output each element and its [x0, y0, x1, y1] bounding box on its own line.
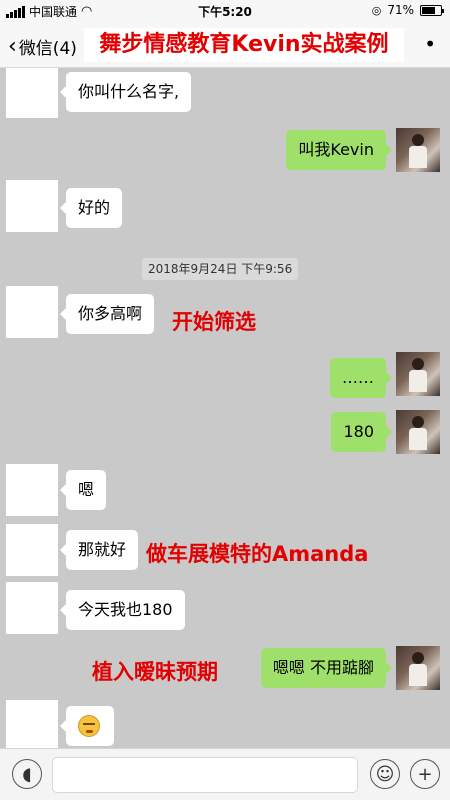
battery-percent: 71%	[387, 3, 414, 17]
back-button[interactable]: ‹ 微信(4)	[8, 34, 77, 59]
annotation-screening: 开始筛选	[172, 310, 256, 334]
my-avatar[interactable]	[396, 352, 440, 396]
nav-bar: ‹ 微信(4) 舞步情感教育Kevin实战案例 •	[0, 22, 450, 68]
battery-fill	[422, 6, 435, 14]
contact-avatar[interactable]	[6, 582, 58, 634]
message-bubble-incoming[interactable]: 那就好	[59, 530, 139, 570]
timestamp: 2018年9月24日 下午9:56	[142, 258, 299, 280]
my-avatar[interactable]	[396, 410, 440, 454]
chat-area[interactable]: 你叫什么名字, 叫我Kevin 好的 2018年9月24日 下午9:56 你多高…	[0, 68, 450, 748]
grimace-emoji-icon	[78, 715, 100, 737]
message-bubble-outgoing[interactable]: 嗯嗯 不用踮腳	[260, 648, 393, 688]
contact-avatar[interactable]	[6, 286, 58, 338]
more-icon[interactable]: •	[424, 32, 436, 56]
input-bar: ◖ ☺ +	[0, 748, 450, 800]
contact-avatar[interactable]	[6, 180, 58, 232]
chevron-left-icon: ‹	[8, 33, 17, 59]
message-bubble-incoming[interactable]: 好的	[59, 188, 123, 228]
status-bar: 中国联通 ◠ 下午5:20 ◎ 71%	[0, 0, 450, 22]
contact-avatar[interactable]	[6, 524, 58, 576]
contact-avatar[interactable]	[6, 68, 58, 118]
message-bubble-outgoing[interactable]: 180	[331, 412, 392, 452]
emoji-icon[interactable]: ☺	[370, 759, 400, 789]
battery-icon	[420, 4, 444, 16]
orientation-lock-icon: ◎	[371, 3, 382, 17]
plus-icon[interactable]: +	[410, 759, 440, 789]
message-bubble-incoming[interactable]	[60, 706, 114, 746]
contact-avatar[interactable]	[6, 464, 58, 516]
my-avatar[interactable]	[396, 646, 440, 690]
my-avatar[interactable]	[396, 128, 440, 172]
message-bubble-outgoing[interactable]: 叫我Kevin	[286, 130, 392, 170]
message-bubble-incoming[interactable]: 你叫什么名字,	[59, 72, 192, 112]
message-bubble-incoming[interactable]: 你多高啊	[59, 294, 155, 334]
message-bubble-incoming[interactable]: 今天我也180	[60, 590, 185, 630]
message-bubble-incoming[interactable]: 嗯	[59, 470, 107, 510]
status-right: ◎ 71%	[371, 3, 444, 17]
annotation-ambiguity: 植入暧昧预期	[92, 660, 218, 684]
message-bubble-outgoing[interactable]: ……	[330, 358, 392, 398]
back-label: 微信(4)	[18, 39, 77, 59]
annotation-model: 做车展模特的Amanda	[146, 542, 369, 566]
contact-avatar[interactable]	[6, 700, 58, 748]
title-banner: 舞步情感教育Kevin实战案例	[84, 28, 404, 62]
message-input[interactable]	[52, 757, 358, 793]
voice-icon[interactable]: ◖	[12, 759, 42, 789]
